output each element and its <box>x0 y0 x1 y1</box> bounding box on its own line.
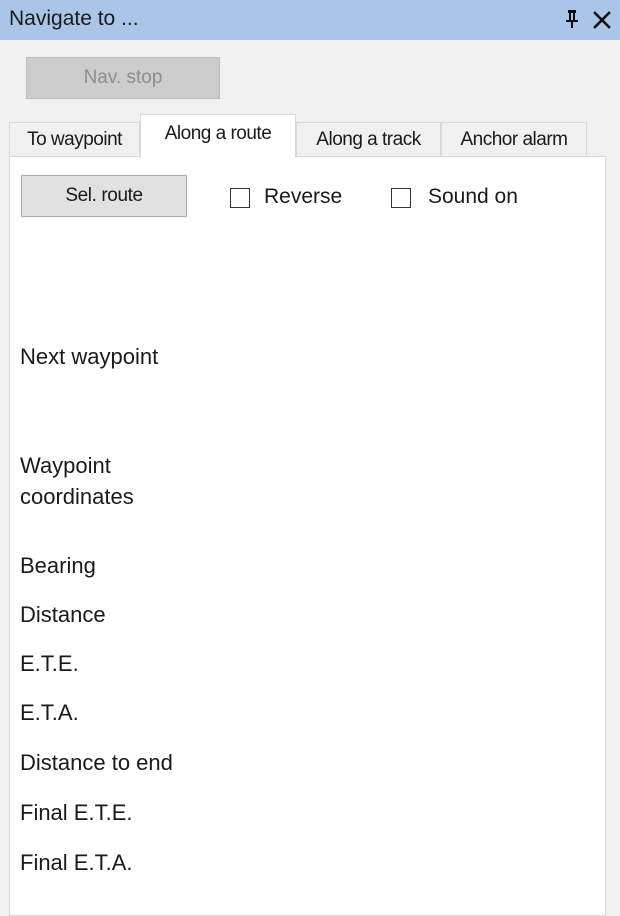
final-eta-label: Final E.T.A. <box>20 850 133 875</box>
panel-edge <box>606 156 620 904</box>
distance-label: Distance <box>20 602 106 627</box>
next-waypoint-label: Next waypoint <box>20 344 159 369</box>
bearing-label: Bearing <box>20 553 96 578</box>
tab-to-waypoint[interactable]: To waypoint <box>9 122 140 156</box>
reverse-label[interactable]: Reverse <box>264 185 342 209</box>
eta-label: E.T.A. <box>20 700 79 725</box>
nav-stop-button[interactable]: Nav. stop <box>26 57 220 99</box>
sound-on-label[interactable]: Sound on <box>428 185 518 209</box>
pin-icon[interactable] <box>564 8 580 30</box>
title-bar: Navigate to ... <box>0 0 620 40</box>
distance-to-end-label: Distance to end <box>20 750 173 775</box>
waypoint-coordinates-label-line2: coordinates <box>20 484 134 509</box>
window-title: Navigate to ... <box>9 7 139 30</box>
waypoint-coordinates-label-line1: Waypoint <box>20 453 111 478</box>
tab-along-a-route[interactable]: Along a route <box>140 114 296 158</box>
tab-along-a-track[interactable]: Along a track <box>296 122 441 156</box>
reverse-checkbox[interactable] <box>230 188 250 208</box>
ete-label: E.T.E. <box>20 651 79 676</box>
tab-anchor-alarm[interactable]: Anchor alarm <box>441 122 587 156</box>
select-route-button[interactable]: Sel. route <box>21 175 187 217</box>
final-ete-label: Final E.T.E. <box>20 800 133 825</box>
close-icon[interactable] <box>593 11 611 29</box>
sound-on-checkbox[interactable] <box>391 188 411 208</box>
